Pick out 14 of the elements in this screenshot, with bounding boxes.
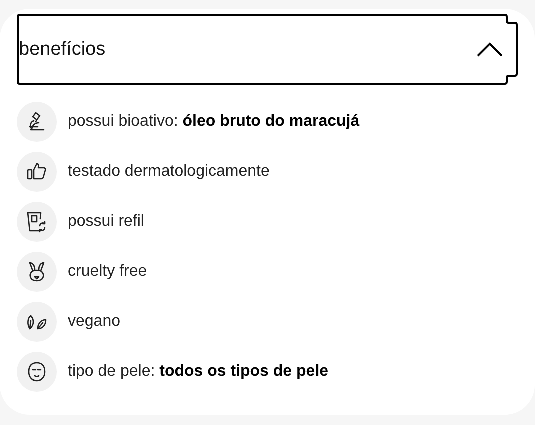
benefit-text: possui bioativo: óleo bruto do maracujá [68,113,360,131]
microscope-icon [17,102,57,142]
chevron-up-icon [477,42,503,58]
thumbs-up-icon [17,152,57,192]
refill-icon [17,202,57,242]
benefit-text: tipo de pele: todos os tipos de pele [68,363,329,381]
benefit-text: cruelty free [68,263,148,281]
benefit-text: possui refil [68,213,144,231]
benefit-text: testado dermatologicamente [68,163,270,181]
rabbit-icon [17,252,57,292]
benefit-text: vegano [68,313,120,331]
leaves-icon [17,302,57,342]
benefits-accordion-header[interactable]: benefícios [17,14,519,85]
face-icon [17,352,57,392]
